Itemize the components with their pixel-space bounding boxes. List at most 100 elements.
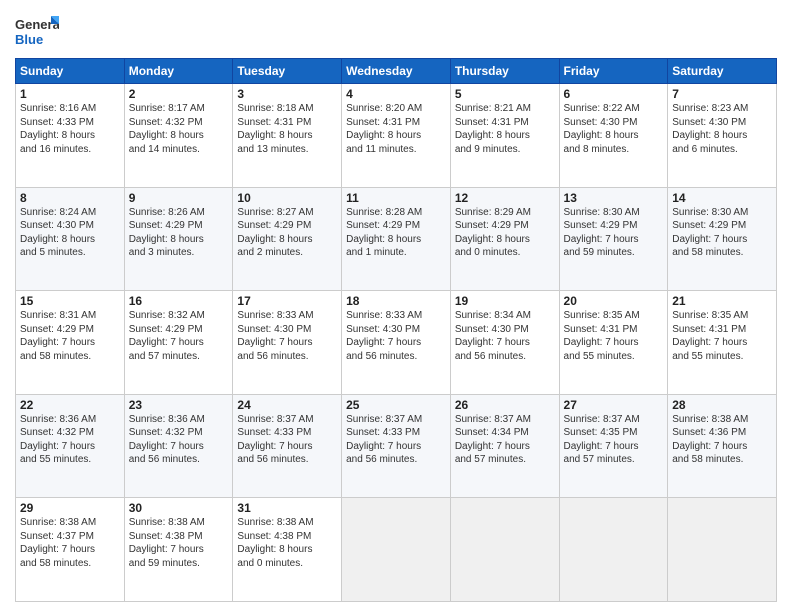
- calendar-header: SundayMondayTuesdayWednesdayThursdayFrid…: [16, 59, 777, 84]
- day-number: 23: [129, 398, 229, 412]
- day-number: 19: [455, 294, 555, 308]
- day-number: 17: [237, 294, 337, 308]
- calendar-cell: 27Sunrise: 8:37 AM Sunset: 4:35 PM Dayli…: [559, 394, 668, 498]
- calendar-cell: 12Sunrise: 8:29 AM Sunset: 4:29 PM Dayli…: [450, 187, 559, 291]
- calendar-cell: 4Sunrise: 8:20 AM Sunset: 4:31 PM Daylig…: [342, 84, 451, 188]
- week-row-5: 29Sunrise: 8:38 AM Sunset: 4:37 PM Dayli…: [16, 498, 777, 602]
- cell-info: Sunrise: 8:37 AM Sunset: 4:35 PM Dayligh…: [564, 413, 664, 467]
- header-day-saturday: Saturday: [668, 59, 777, 84]
- cell-info: Sunrise: 8:35 AM Sunset: 4:31 PM Dayligh…: [564, 309, 664, 363]
- day-number: 5: [455, 87, 555, 101]
- calendar-cell: 5Sunrise: 8:21 AM Sunset: 4:31 PM Daylig…: [450, 84, 559, 188]
- cell-info: Sunrise: 8:37 AM Sunset: 4:34 PM Dayligh…: [455, 413, 555, 467]
- cell-info: Sunrise: 8:36 AM Sunset: 4:32 PM Dayligh…: [20, 413, 120, 467]
- calendar-cell: 31Sunrise: 8:38 AM Sunset: 4:38 PM Dayli…: [233, 498, 342, 602]
- header-day-tuesday: Tuesday: [233, 59, 342, 84]
- calendar-page: GeneralBlue SundayMondayTuesdayWednesday…: [0, 0, 792, 612]
- day-number: 24: [237, 398, 337, 412]
- day-number: 20: [564, 294, 664, 308]
- cell-info: Sunrise: 8:37 AM Sunset: 4:33 PM Dayligh…: [237, 413, 337, 467]
- calendar-cell: 19Sunrise: 8:34 AM Sunset: 4:30 PM Dayli…: [450, 291, 559, 395]
- cell-info: Sunrise: 8:36 AM Sunset: 4:32 PM Dayligh…: [129, 413, 229, 467]
- calendar-cell: 2Sunrise: 8:17 AM Sunset: 4:32 PM Daylig…: [124, 84, 233, 188]
- calendar-cell: 25Sunrise: 8:37 AM Sunset: 4:33 PM Dayli…: [342, 394, 451, 498]
- header-day-wednesday: Wednesday: [342, 59, 451, 84]
- cell-info: Sunrise: 8:29 AM Sunset: 4:29 PM Dayligh…: [455, 206, 555, 260]
- cell-info: Sunrise: 8:21 AM Sunset: 4:31 PM Dayligh…: [455, 102, 555, 156]
- day-number: 2: [129, 87, 229, 101]
- cell-info: Sunrise: 8:20 AM Sunset: 4:31 PM Dayligh…: [346, 102, 446, 156]
- day-number: 16: [129, 294, 229, 308]
- calendar-cell: 28Sunrise: 8:38 AM Sunset: 4:36 PM Dayli…: [668, 394, 777, 498]
- day-number: 26: [455, 398, 555, 412]
- week-row-3: 15Sunrise: 8:31 AM Sunset: 4:29 PM Dayli…: [16, 291, 777, 395]
- calendar-cell: [342, 498, 451, 602]
- day-number: 28: [672, 398, 772, 412]
- day-number: 3: [237, 87, 337, 101]
- cell-info: Sunrise: 8:31 AM Sunset: 4:29 PM Dayligh…: [20, 309, 120, 363]
- day-number: 30: [129, 501, 229, 515]
- week-row-2: 8Sunrise: 8:24 AM Sunset: 4:30 PM Daylig…: [16, 187, 777, 291]
- day-number: 27: [564, 398, 664, 412]
- cell-info: Sunrise: 8:27 AM Sunset: 4:29 PM Dayligh…: [237, 206, 337, 260]
- cell-info: Sunrise: 8:38 AM Sunset: 4:38 PM Dayligh…: [237, 516, 337, 570]
- calendar-cell: 15Sunrise: 8:31 AM Sunset: 4:29 PM Dayli…: [16, 291, 125, 395]
- header-day-thursday: Thursday: [450, 59, 559, 84]
- cell-info: Sunrise: 8:22 AM Sunset: 4:30 PM Dayligh…: [564, 102, 664, 156]
- calendar-cell: [559, 498, 668, 602]
- day-number: 15: [20, 294, 120, 308]
- day-number: 21: [672, 294, 772, 308]
- calendar-cell: 29Sunrise: 8:38 AM Sunset: 4:37 PM Dayli…: [16, 498, 125, 602]
- day-number: 10: [237, 191, 337, 205]
- calendar-cell: 17Sunrise: 8:33 AM Sunset: 4:30 PM Dayli…: [233, 291, 342, 395]
- day-number: 31: [237, 501, 337, 515]
- calendar-cell: 30Sunrise: 8:38 AM Sunset: 4:38 PM Dayli…: [124, 498, 233, 602]
- logo-svg: GeneralBlue: [15, 14, 59, 50]
- calendar-cell: 16Sunrise: 8:32 AM Sunset: 4:29 PM Dayli…: [124, 291, 233, 395]
- calendar-cell: 26Sunrise: 8:37 AM Sunset: 4:34 PM Dayli…: [450, 394, 559, 498]
- header-day-sunday: Sunday: [16, 59, 125, 84]
- cell-info: Sunrise: 8:23 AM Sunset: 4:30 PM Dayligh…: [672, 102, 772, 156]
- cell-info: Sunrise: 8:26 AM Sunset: 4:29 PM Dayligh…: [129, 206, 229, 260]
- cell-info: Sunrise: 8:24 AM Sunset: 4:30 PM Dayligh…: [20, 206, 120, 260]
- calendar-table: SundayMondayTuesdayWednesdayThursdayFrid…: [15, 58, 777, 602]
- calendar-cell: 22Sunrise: 8:36 AM Sunset: 4:32 PM Dayli…: [16, 394, 125, 498]
- day-number: 4: [346, 87, 446, 101]
- calendar-cell: 21Sunrise: 8:35 AM Sunset: 4:31 PM Dayli…: [668, 291, 777, 395]
- day-number: 29: [20, 501, 120, 515]
- calendar-cell: 14Sunrise: 8:30 AM Sunset: 4:29 PM Dayli…: [668, 187, 777, 291]
- cell-info: Sunrise: 8:35 AM Sunset: 4:31 PM Dayligh…: [672, 309, 772, 363]
- header-day-friday: Friday: [559, 59, 668, 84]
- cell-info: Sunrise: 8:38 AM Sunset: 4:38 PM Dayligh…: [129, 516, 229, 570]
- cell-info: Sunrise: 8:37 AM Sunset: 4:33 PM Dayligh…: [346, 413, 446, 467]
- calendar-cell: 6Sunrise: 8:22 AM Sunset: 4:30 PM Daylig…: [559, 84, 668, 188]
- day-number: 14: [672, 191, 772, 205]
- calendar-body: 1Sunrise: 8:16 AM Sunset: 4:33 PM Daylig…: [16, 84, 777, 602]
- day-number: 9: [129, 191, 229, 205]
- week-row-1: 1Sunrise: 8:16 AM Sunset: 4:33 PM Daylig…: [16, 84, 777, 188]
- day-number: 7: [672, 87, 772, 101]
- cell-info: Sunrise: 8:30 AM Sunset: 4:29 PM Dayligh…: [672, 206, 772, 260]
- calendar-cell: 7Sunrise: 8:23 AM Sunset: 4:30 PM Daylig…: [668, 84, 777, 188]
- header-row: SundayMondayTuesdayWednesdayThursdayFrid…: [16, 59, 777, 84]
- cell-info: Sunrise: 8:33 AM Sunset: 4:30 PM Dayligh…: [237, 309, 337, 363]
- day-number: 22: [20, 398, 120, 412]
- day-number: 6: [564, 87, 664, 101]
- cell-info: Sunrise: 8:38 AM Sunset: 4:37 PM Dayligh…: [20, 516, 120, 570]
- calendar-cell: 10Sunrise: 8:27 AM Sunset: 4:29 PM Dayli…: [233, 187, 342, 291]
- day-number: 18: [346, 294, 446, 308]
- svg-text:Blue: Blue: [15, 32, 43, 47]
- calendar-cell: 9Sunrise: 8:26 AM Sunset: 4:29 PM Daylig…: [124, 187, 233, 291]
- cell-info: Sunrise: 8:16 AM Sunset: 4:33 PM Dayligh…: [20, 102, 120, 156]
- day-number: 11: [346, 191, 446, 205]
- cell-info: Sunrise: 8:32 AM Sunset: 4:29 PM Dayligh…: [129, 309, 229, 363]
- day-number: 13: [564, 191, 664, 205]
- calendar-cell: 13Sunrise: 8:30 AM Sunset: 4:29 PM Dayli…: [559, 187, 668, 291]
- week-row-4: 22Sunrise: 8:36 AM Sunset: 4:32 PM Dayli…: [16, 394, 777, 498]
- page-header: GeneralBlue: [15, 10, 777, 50]
- day-number: 8: [20, 191, 120, 205]
- calendar-cell: 18Sunrise: 8:33 AM Sunset: 4:30 PM Dayli…: [342, 291, 451, 395]
- cell-info: Sunrise: 8:17 AM Sunset: 4:32 PM Dayligh…: [129, 102, 229, 156]
- day-number: 25: [346, 398, 446, 412]
- cell-info: Sunrise: 8:30 AM Sunset: 4:29 PM Dayligh…: [564, 206, 664, 260]
